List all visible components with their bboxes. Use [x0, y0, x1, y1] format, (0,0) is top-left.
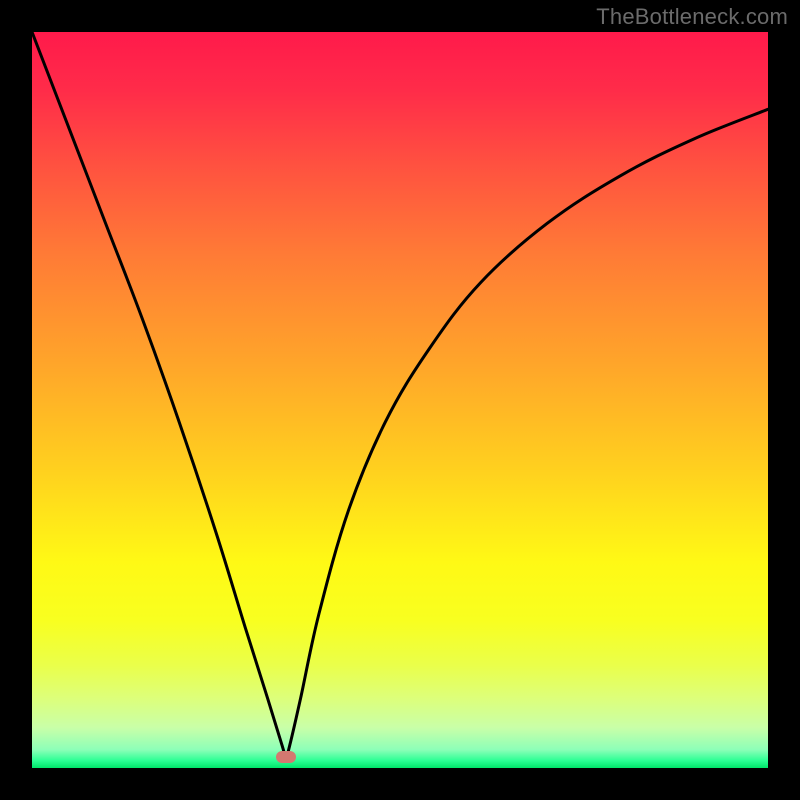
optimal-point-marker: [276, 751, 296, 763]
plot-area: [32, 32, 768, 768]
outer-frame: TheBottleneck.com: [0, 0, 800, 800]
watermark-text: TheBottleneck.com: [596, 4, 788, 30]
bottleneck-curve: [32, 32, 768, 768]
